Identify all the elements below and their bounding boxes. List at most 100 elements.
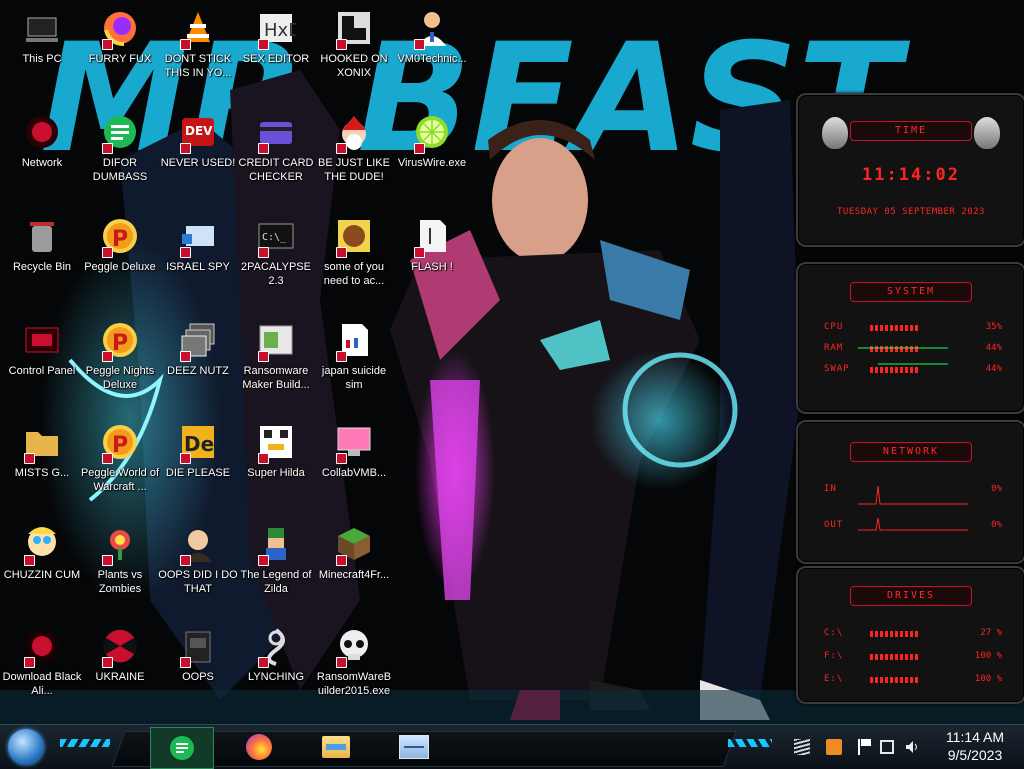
desktop-icon[interactable]: VirusWire.exe (391, 106, 473, 170)
desktop-icon[interactable]: DEEZ NUTZ (157, 314, 239, 378)
desktop-icon[interactable]: ISRAEL SPY (157, 210, 239, 274)
svg-text:P: P (112, 331, 128, 356)
network-panel: NETWORK IN 0% OUT 0% (796, 420, 1024, 564)
desktop-icon[interactable]: P Peggle Nights Deluxe (79, 314, 161, 392)
desktop-icon[interactable]: DIFOR DUMBASS (79, 106, 161, 184)
desktop-icon[interactable]: CHUZZIN CUM (1, 518, 83, 582)
pixel-hero-icon (256, 524, 296, 566)
taskbar-firefox[interactable] (228, 727, 290, 767)
shortcut-arrow-icon (102, 555, 113, 566)
taskbar-decoration (60, 739, 110, 747)
desktop-icon[interactable]: UKRAINE (79, 620, 161, 684)
desktop-icon[interactable]: BE JUST LIKE THE DUDE! (313, 106, 395, 184)
windows-stack-icon (178, 320, 218, 362)
widget-row-value: 44% (985, 364, 1002, 374)
start-orb-icon[interactable] (8, 729, 44, 765)
shortcut-arrow-icon (102, 657, 113, 668)
doctor-icon (412, 8, 452, 50)
desktop-icon[interactable]: Ransomware Maker Build... (235, 314, 317, 392)
network-icon[interactable] (880, 740, 894, 754)
shortcut-arrow-icon (414, 39, 425, 50)
shortcut-arrow-icon (336, 351, 347, 362)
desktop-icon[interactable]: P Peggle World of Warcraft ... (79, 416, 161, 494)
desktop-icon-label: The Legend of Zilda (240, 569, 312, 595)
desktop-icon[interactable]: Network (1, 106, 83, 170)
usage-bar (870, 325, 920, 331)
desktop-icon[interactable]: Download Black Ali... (1, 620, 83, 698)
terminal-icon: C:\_ (256, 216, 296, 258)
desktop-icon[interactable]: OOPS (157, 620, 239, 684)
monitor-icon (399, 735, 429, 759)
desktop-icon[interactable]: MISTS G... (1, 416, 83, 480)
desktop-icon-label: Network (21, 157, 63, 169)
keyboard-icon[interactable] (794, 739, 810, 755)
widget-row-label: C:\ (824, 628, 844, 638)
peggle-icon: P (100, 216, 140, 258)
desktop-icon[interactable]: CollabVMB... (313, 416, 395, 480)
desktop-icon-label: Peggle Nights Deluxe (85, 365, 155, 391)
shortcut-arrow-icon (102, 453, 113, 464)
widget-row-label: CPU (824, 322, 844, 332)
desktop-icon[interactable]: Minecraft4Fr... (313, 518, 395, 582)
peggle-icon: P (100, 320, 140, 362)
desktop-icon-label: Minecraft4Fr... (318, 569, 390, 581)
widget-row-label: IN (824, 484, 837, 494)
desktop-icon-label: japan suicide sim (321, 365, 387, 391)
desktop-icon[interactable]: VM0Technic... (391, 2, 473, 66)
desktop-icon[interactable]: some of you need to ac... (313, 210, 395, 288)
desktop-icon[interactable]: HxD SEX EDITOR (235, 2, 317, 66)
desktop-icon[interactable]: Plants vs Zombies (79, 518, 161, 596)
desktop-icon[interactable]: FLASH ! (391, 210, 473, 274)
desktop-icon[interactable]: HOOKED ON XONIX (313, 2, 395, 80)
desktop-icon[interactable]: Super Hilda (235, 416, 317, 480)
desktop-icon[interactable]: This PC (1, 2, 83, 66)
desktop-icon-label: ISRAEL SPY (166, 261, 230, 273)
shortcut-arrow-icon (24, 453, 35, 464)
clock-time[interactable]: 11:14 AM (935, 729, 1015, 745)
desktop-icon[interactable]: P Peggle Deluxe (79, 210, 161, 274)
desktop-icon-label: RansomWareBuilder2015.exe (316, 671, 392, 697)
desktop-icon[interactable]: Recycle Bin (1, 210, 83, 274)
flag-icon[interactable] (858, 739, 876, 755)
taskbar-file-explorer[interactable] (305, 727, 367, 767)
usage-bar (870, 654, 920, 660)
desktop-icon[interactable]: Control Panel (1, 314, 83, 378)
svg-text:P: P (112, 227, 128, 252)
desktop-icon[interactable]: The Legend of Zilda (235, 518, 317, 596)
widget-row-label: E:\ (824, 674, 844, 684)
desktop-icon-label: HOOKED ON XONIX (320, 53, 388, 79)
plant-icon (100, 524, 140, 566)
desktop-icon[interactable]: FURRY FUX (79, 2, 161, 66)
shortcut-arrow-icon (258, 39, 269, 50)
alien-head-icon (822, 117, 848, 149)
desktop-icon[interactable]: japan suicide sim (313, 314, 395, 392)
taskbar-task-manager[interactable] (383, 727, 445, 767)
alien-network-icon (22, 112, 62, 152)
taskbar-notes-app[interactable] (150, 727, 214, 769)
taskbar: 11:14 AM 9/5/2023 (0, 724, 1024, 769)
desktop-icon-label: UKRAINE (95, 671, 145, 683)
widget-row: E:\ 100 % (824, 674, 1002, 688)
clock-date[interactable]: 9/5/2023 (935, 747, 1015, 763)
time-panel: TIME 11:14:02 TUESDAY 05 SEPTEMBER 2023 (796, 93, 1024, 247)
system-panel-title: SYSTEM (850, 282, 972, 302)
desktop-icon[interactable]: CREDIT CARD CHECKER (235, 106, 317, 184)
desktop-icon[interactable]: De DIE PLEASE (157, 416, 239, 480)
desktop-icon[interactable]: RansomWareBuilder2015.exe (313, 620, 395, 698)
widget-row-label: SWAP (824, 364, 850, 374)
app-tray-icon[interactable] (826, 739, 842, 755)
volume-icon[interactable] (904, 739, 920, 755)
alien-orb-icon (22, 626, 62, 668)
drives-panel: DRIVES C:\ 27 % F:\ 100 % E:\ 100 % (796, 566, 1024, 704)
desktop-icon[interactable]: C:\_ 2PACALYPSE 2.3 (235, 210, 317, 288)
desktop-icon[interactable]: LYNCHING (235, 620, 317, 684)
firefox-icon (100, 8, 140, 50)
shortcut-arrow-icon (258, 555, 269, 566)
time-panel-title: TIME (850, 121, 972, 141)
shortcut-arrow-icon (102, 247, 113, 258)
desktop-icon[interactable]: OOPS DID I DO THAT (157, 518, 239, 596)
widget-row-value: 100 % (974, 674, 1002, 684)
pixel-cat-icon (256, 422, 296, 464)
desktop-icon[interactable]: DEV NEVER USED! (157, 106, 239, 170)
desktop-icon[interactable]: DONT STICK THIS IN YO... (157, 2, 239, 80)
